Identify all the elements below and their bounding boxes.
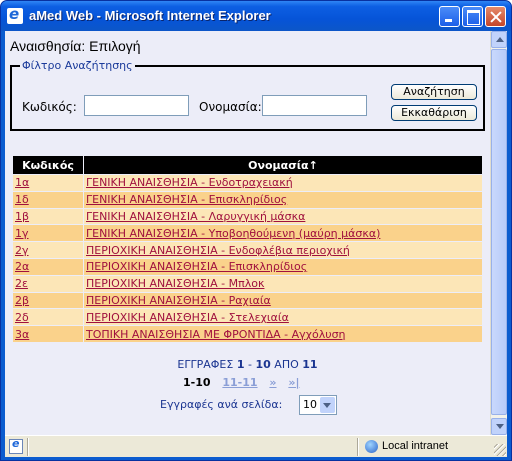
code-link[interactable]: 1δ	[15, 193, 29, 206]
name-link[interactable]: ΤΟΠΙΚΗ ΑΝΑΙΣΘΗΣΙΑ ΜΕ ΦΡΟΝΤΙΔΑ - Αγχόλυση	[86, 328, 346, 341]
code-cell: 1β	[12, 207, 84, 226]
zone-label: Local intranet	[382, 440, 449, 452]
code-cell: 3α	[12, 325, 84, 343]
name-cell: ΠΕΡΙΟΧΙΚΗ ΑΝΑΙΣΘΗΣΙΑ - Ραχιαία	[83, 291, 483, 310]
status-divider	[27, 438, 29, 456]
code-link[interactable]: 2β	[15, 294, 29, 307]
name-cell: ΓΕΝΙΚΗ ΑΝΑΙΣΘΗΣΙΑ - Υποβοηθούμενη (μαύρη…	[83, 224, 483, 243]
clear-button[interactable]: Εκκαθάριση	[391, 105, 477, 121]
name-link[interactable]: ΠΕΡΙΟΧΙΚΗ ΑΝΑΙΣΘΗΣΙΑ - Επισκληρίδιος	[86, 260, 307, 273]
per-page-value: 10	[303, 398, 317, 411]
per-page-select[interactable]: 10	[299, 395, 337, 415]
chevron-down-icon[interactable]	[320, 397, 335, 413]
code-link[interactable]: 1α	[15, 176, 29, 189]
name-link[interactable]: ΠΕΡΙΟΧΙΚΗ ΑΝΑΙΣΘΗΣΙΑ - Ενδοφλέβια περιοχ…	[86, 244, 350, 257]
page-title: Αναισθησία: Επιλογή	[10, 38, 141, 54]
column-header-name[interactable]: Ονομασία↑	[83, 155, 483, 175]
table-row: 1δ ΓΕΝΙΚΗ ΑΝΑΙΣΘΗΣΙΑ - Επισκληρίδιος	[12, 190, 483, 209]
code-input[interactable]	[84, 95, 189, 116]
records-summary: ΕΓΓΡΑΦΕΣ 1 - 10 ΑΠΟ 11	[5, 358, 490, 371]
code-cell: 2α	[12, 257, 84, 276]
page-content: Αναισθησία: Επιλογή Φίλτρο Αναζήτησης Κω…	[5, 31, 490, 435]
records-range-end: 10	[255, 358, 271, 371]
search-filter-panel: Φίλτρο Αναζήτησης Κωδικός: Ονομασία: Ανα…	[10, 59, 485, 131]
table-row: 2β ΠΕΡΙΟΧΙΚΗ ΑΝΑΙΣΘΗΣΙΑ - Ραχιαία	[12, 291, 483, 310]
name-link[interactable]: ΓΕΝΙΚΗ ΑΝΑΙΣΘΗΣΙΑ - Υποβοηθούμενη (μαύρη…	[86, 227, 380, 240]
search-button[interactable]: Αναζήτηση	[391, 84, 477, 100]
code-link[interactable]: 2δ	[15, 311, 29, 324]
scroll-thumb[interactable]	[491, 49, 507, 415]
code-cell: 1γ	[12, 224, 84, 243]
results-table: Κωδικός Ονομασία↑ 1α ΓΕΝΙΚΗ ΑΝΑΙΣΘΗΣΙΑ - …	[12, 155, 483, 343]
browser-window: aMed Web - Microsoft Internet Explorer Α…	[0, 0, 512, 461]
records-prefix: ΕΓΓΡΑΦΕΣ	[177, 358, 234, 371]
table-row: 1α ΓΕΝΙΚΗ ΑΝΑΙΣΘΗΣΙΑ - Ενδοτραχειακή	[12, 174, 483, 192]
resize-grip-icon[interactable]	[494, 444, 506, 456]
table-row: 2ε ΠΕΡΙΟΧΙΚΗ ΑΝΑΙΣΘΗΣΙΑ - Μπλοκ	[12, 274, 483, 293]
window-title: aMed Web - Microsoft Internet Explorer	[29, 8, 271, 23]
status-bar: Local intranet	[5, 435, 507, 457]
filter-legend: Φίλτρο Αναζήτησης	[20, 59, 135, 72]
next-page-arrow[interactable]: »	[269, 376, 276, 389]
name-input[interactable]	[262, 95, 367, 116]
name-cell: ΠΕΡΙΟΧΙΚΗ ΑΝΑΙΣΘΗΣΙΑ - Ενδοφλέβια περιοχ…	[83, 241, 483, 259]
table-row: 2α ΠΕΡΙΟΧΙΚΗ ΑΝΑΙΣΘΗΣΙΑ - Επισκληρίδιος	[12, 257, 483, 276]
last-page-arrow[interactable]: »|	[288, 376, 299, 389]
close-button[interactable]	[485, 6, 506, 27]
code-cell: 2δ	[12, 308, 84, 327]
records-of-label: ΑΠΟ	[274, 358, 299, 371]
code-cell: 1α	[12, 174, 84, 192]
code-link[interactable]: 2ε	[15, 277, 28, 290]
scroll-up-button[interactable]	[491, 31, 507, 48]
table-row: 2δ ΠΕΡΙΟΧΙΚΗ ΑΝΑΙΣΘΗΣΙΑ - Στελεχιαία	[12, 308, 483, 327]
code-link[interactable]: 2γ	[15, 244, 29, 257]
name-cell: ΠΕΡΙΟΧΙΚΗ ΑΝΑΙΣΘΗΣΙΑ - Στελεχιαία	[83, 308, 483, 327]
name-cell: ΓΕΝΙΚΗ ΑΝΑΙΣΘΗΣΙΑ - Επισκληρίδιος	[83, 190, 483, 209]
page-current: 1-10	[183, 376, 211, 389]
code-link[interactable]: 2α	[15, 260, 29, 273]
page-link-next[interactable]: 11-11	[222, 376, 257, 389]
records-range-start: 1	[236, 358, 245, 371]
name-link[interactable]: ΓΕΝΙΚΗ ΑΝΑΙΣΘΗΣΙΑ - Λαρυγγική μάσκα	[86, 210, 305, 223]
minimize-button[interactable]	[439, 6, 460, 27]
code-cell: 1δ	[12, 190, 84, 209]
records-total: 11	[302, 358, 318, 371]
name-label: Ονομασία:	[199, 100, 262, 114]
code-link[interactable]: 3α	[15, 328, 29, 341]
code-link[interactable]: 1γ	[15, 227, 29, 240]
table-header-row: Κωδικός Ονομασία↑	[12, 155, 483, 175]
vertical-scrollbar[interactable]	[490, 31, 507, 435]
code-label: Κωδικός:	[22, 100, 77, 114]
name-link[interactable]: ΠΕΡΙΟΧΙΚΗ ΑΝΑΙΣΘΗΣΙΑ - Στελεχιαία	[86, 311, 289, 324]
name-cell: ΠΕΡΙΟΧΙΚΗ ΑΝΑΙΣΘΗΣΙΑ - Μπλοκ	[83, 274, 483, 293]
name-cell: ΓΕΝΙΚΗ ΑΝΑΙΣΘΗΣΙΑ - Λαρυγγική μάσκα	[83, 207, 483, 226]
page-icon	[9, 437, 23, 454]
column-header-code[interactable]: Κωδικός	[12, 155, 84, 175]
intranet-globe-icon	[365, 440, 378, 453]
pagination: 1-10 11-11 » »|	[183, 376, 307, 389]
name-link[interactable]: ΠΕΡΙΟΧΙΚΗ ΑΝΑΙΣΘΗΣΙΑ - Μπλοκ	[86, 277, 264, 290]
code-cell: 2γ	[12, 241, 84, 259]
maximize-button[interactable]	[462, 6, 483, 27]
name-cell: ΓΕΝΙΚΗ ΑΝΑΙΣΘΗΣΙΑ - Ενδοτραχειακή	[83, 174, 483, 192]
records-range-sep: -	[248, 358, 252, 371]
code-link[interactable]: 1β	[15, 210, 29, 223]
title-bar[interactable]: aMed Web - Microsoft Internet Explorer	[1, 1, 511, 31]
table-row: 2γ ΠΕΡΙΟΧΙΚΗ ΑΝΑΙΣΘΗΣΙΑ - Ενδοφλέβια περι…	[12, 241, 483, 259]
table-row: 1β ΓΕΝΙΚΗ ΑΝΑΙΣΘΗΣΙΑ - Λαρυγγική μάσκα	[12, 207, 483, 226]
code-cell: 2ε	[12, 274, 84, 293]
table-row: 1γ ΓΕΝΙΚΗ ΑΝΑΙΣΘΗΣΙΑ - Υποβοηθούμενη (μαύ…	[12, 224, 483, 243]
name-cell: ΤΟΠΙΚΗ ΑΝΑΙΣΘΗΣΙΑ ΜΕ ΦΡΟΝΤΙΔΑ - Αγχόλυση	[83, 325, 483, 343]
scroll-down-button[interactable]	[491, 418, 507, 435]
name-link[interactable]: ΓΕΝΙΚΗ ΑΝΑΙΣΘΗΣΙΑ - Επισκληρίδιος	[86, 193, 287, 206]
ie-icon	[7, 5, 23, 24]
name-link[interactable]: ΓΕΝΙΚΗ ΑΝΑΙΣΘΗΣΙΑ - Ενδοτραχειακή	[86, 176, 293, 189]
code-cell: 2β	[12, 291, 84, 310]
name-cell: ΠΕΡΙΟΧΙΚΗ ΑΝΑΙΣΘΗΣΙΑ - Επισκληρίδιος	[83, 257, 483, 276]
per-page-label: Εγγραφές ανά σελίδα:	[160, 398, 283, 411]
name-link[interactable]: ΠΕΡΙΟΧΙΚΗ ΑΝΑΙΣΘΗΣΙΑ - Ραχιαία	[86, 294, 271, 307]
status-divider	[357, 438, 359, 456]
table-row: 3α ΤΟΠΙΚΗ ΑΝΑΙΣΘΗΣΙΑ ΜΕ ΦΡΟΝΤΙΔΑ - Αγχόλυ…	[12, 325, 483, 343]
